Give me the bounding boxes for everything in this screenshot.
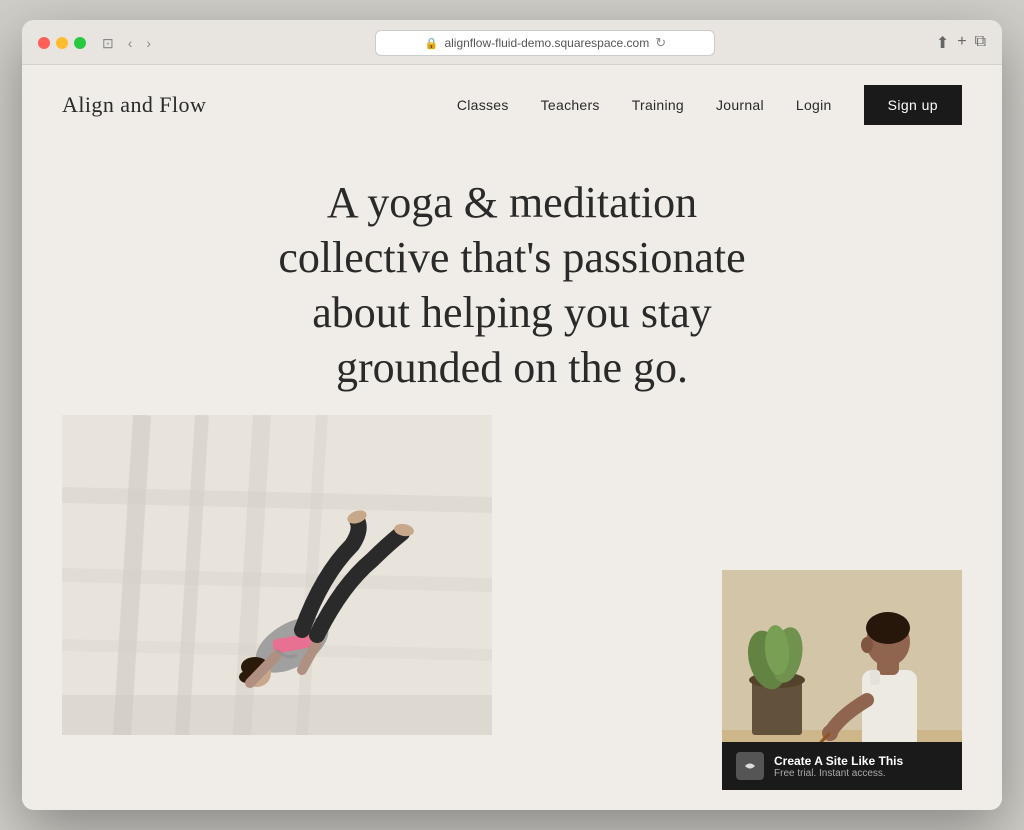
browser-controls: ⊡ ‹ › (98, 33, 155, 54)
badge-title: Create A Site Like This (774, 754, 903, 768)
browser-actions: ⬆ + ⧉ (936, 33, 986, 53)
badge-subtitle: Free trial. Instant access. (774, 768, 903, 779)
badge-text: Create A Site Like This Free trial. Inst… (774, 754, 903, 779)
squarespace-logo-icon (736, 752, 764, 780)
traffic-lights (38, 37, 86, 49)
window-icon[interactable]: ⊡ (98, 33, 118, 54)
address-bar-container: 🔒 alignflow-fluid-demo.squarespace.com ↻ (167, 30, 924, 56)
images-section: Create A Site Like This Free trial. Inst… (22, 415, 1002, 810)
fullscreen-button[interactable] (74, 37, 86, 49)
hero-headline: A yoga & meditation collective that's pa… (242, 175, 782, 395)
navbar: Align and Flow Classes Teachers Training… (22, 65, 1002, 145)
url-text: alignflow-fluid-demo.squarespace.com (444, 36, 649, 50)
nav-links: Classes Teachers Training Journal Login … (457, 85, 962, 125)
new-tab-icon[interactable]: + (957, 33, 966, 53)
forward-button[interactable]: › (142, 33, 155, 53)
close-button[interactable] (38, 37, 50, 49)
address-bar[interactable]: 🔒 alignflow-fluid-demo.squarespace.com ↻ (375, 30, 715, 56)
yoga-image (62, 415, 492, 735)
site-logo[interactable]: Align and Flow (62, 92, 206, 118)
website-content: Align and Flow Classes Teachers Training… (22, 65, 1002, 810)
browser-chrome: ⊡ ‹ › 🔒 alignflow-fluid-demo.squarespace… (22, 20, 1002, 65)
nav-login[interactable]: Login (796, 97, 832, 113)
minimize-button[interactable] (56, 37, 68, 49)
nav-training[interactable]: Training (632, 97, 684, 113)
browser-window: ⊡ ‹ › 🔒 alignflow-fluid-demo.squarespace… (22, 20, 1002, 810)
nav-journal[interactable]: Journal (716, 97, 764, 113)
nav-teachers[interactable]: Teachers (541, 97, 600, 113)
back-button[interactable]: ‹ (124, 33, 137, 53)
hero-section: A yoga & meditation collective that's pa… (22, 145, 1002, 415)
nav-classes[interactable]: Classes (457, 97, 509, 113)
reload-icon[interactable]: ↻ (655, 35, 666, 51)
squarespace-badge[interactable]: Create A Site Like This Free trial. Inst… (722, 742, 962, 790)
signup-button[interactable]: Sign up (864, 85, 962, 125)
lock-icon: 🔒 (425, 37, 439, 50)
tabs-icon[interactable]: ⧉ (975, 33, 986, 53)
share-icon[interactable]: ⬆ (936, 33, 949, 53)
